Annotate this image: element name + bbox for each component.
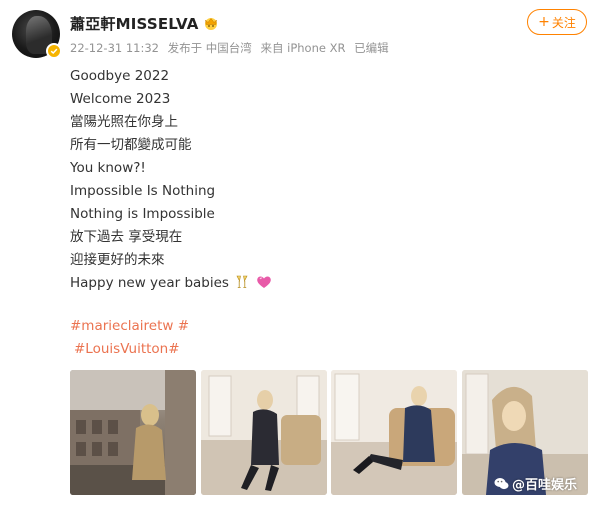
post-line: 放下過去 享受現在 — [70, 229, 183, 245]
weibo-post: 蕭亞軒MISSELVA 22-12-31 11:32 发布于 中国台湾 来自 i… — [0, 0, 600, 505]
edited-label[interactable]: 已编辑 — [354, 41, 389, 55]
post-time[interactable]: 22-12-31 11:32 — [70, 41, 159, 55]
post-line: Nothing is Impossible — [70, 206, 215, 222]
post-line: 所有一切都變成可能 — [70, 137, 192, 153]
post-line: Impossible Is Nothing — [70, 183, 216, 199]
watermark: @百哇娱乐 — [494, 474, 577, 493]
paris-rooftop-photo[interactable] — [70, 370, 196, 495]
post-device: 来自 iPhone XR — [260, 41, 346, 55]
wechat-logo-icon — [494, 478, 509, 490]
champagne-cheers-icon — [236, 275, 248, 288]
white-room-chair-photo[interactable] — [201, 370, 327, 495]
sofa-pose-photo[interactable] — [331, 370, 457, 495]
plus-icon: + — [538, 14, 550, 30]
hashtag-marieclairetw[interactable]: #marieclairetw # — [70, 318, 189, 334]
post-line: 迎接更好的未來 — [70, 252, 165, 268]
verified-badge-icon — [46, 43, 62, 59]
post-line: You know?! — [70, 160, 146, 176]
username[interactable]: 蕭亞軒MISSELVA — [70, 13, 219, 34]
post-location: 发布于 中国台湾 — [167, 41, 252, 55]
post-text: Goodbye 2022 Welcome 2023 當陽光照在你身上 所有一切都… — [70, 65, 570, 295]
post-line: Goodbye 2022 — [70, 68, 170, 84]
post-line-last: Happy new year babies — [70, 272, 570, 295]
follow-label: 关注 — [551, 15, 576, 30]
post-line: 當陽光照在你身上 — [70, 114, 178, 130]
pink-heart-icon — [256, 276, 271, 288]
post-line: Welcome 2023 — [70, 91, 171, 107]
follow-button[interactable]: + 关注 — [527, 9, 587, 35]
post-meta: 22-12-31 11:32 发布于 中国台湾 来自 iPhone XR 已编辑 — [70, 40, 394, 56]
hashtag-louisvuitton[interactable]: #LouisVuitton# — [74, 341, 180, 357]
crown-emoji-icon — [204, 18, 217, 30]
